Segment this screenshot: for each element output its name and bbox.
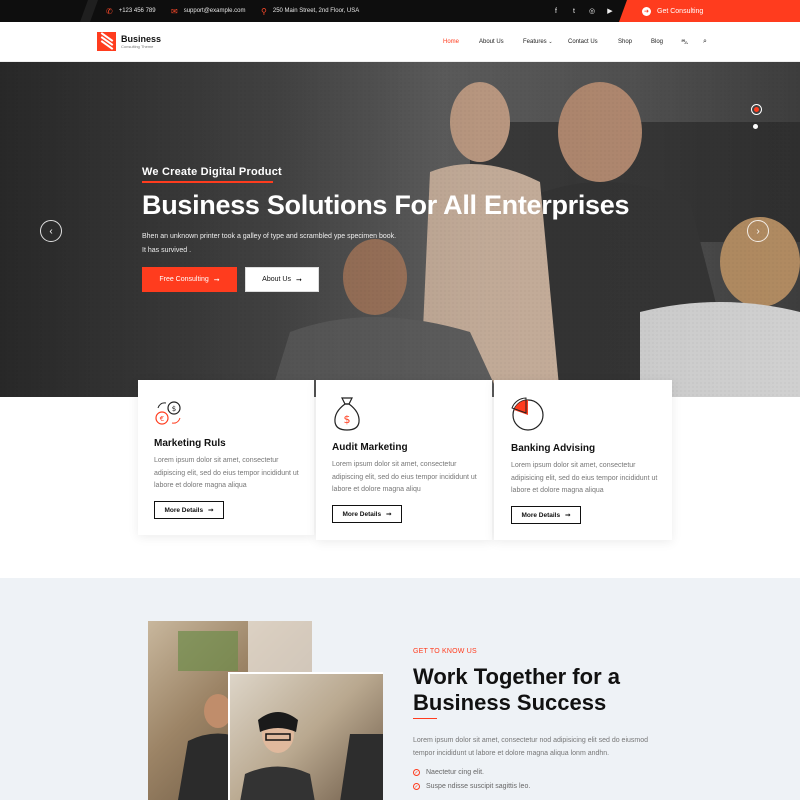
service-desc: Lorem ipsum dolor sit amet, consectetur … [332,461,477,493]
nav-blog[interactable]: Blog [651,39,663,45]
service-title: Marketing Ruls [154,438,226,449]
nav-features[interactable]: Features ⌄ [523,39,553,45]
about-title: Work Together for a Business Success [413,664,620,715]
nav-features-label: Features [523,39,547,45]
search-icon[interactable]: ⌕ [703,38,707,46]
meeting-photo [228,672,383,800]
instagram-icon[interactable]: ◎ [583,7,601,15]
slider-dot-active[interactable] [751,104,762,115]
nav-home[interactable]: Home [443,39,459,45]
hero-kicker: We Create Digital Product [142,166,282,178]
more-details-button[interactable]: More Details ➞ [511,506,581,524]
hero-title: Business Solutions For All Enterprises [142,190,630,220]
top-bar: ✆ +123 456 789 ✉ support@example.com ⚲ 2… [0,0,800,22]
check-list-item: ✓ Suspe ndisse suscipit sagittis leo. [413,783,530,790]
cart-icon[interactable]: ⛍ [681,38,688,47]
about-us-button[interactable]: About Us ➞ [245,267,319,292]
more-details-label: More Details [342,510,382,518]
pie-chart-icon [511,397,544,431]
logo-mark-icon [97,32,116,51]
free-consulting-label: Free Consulting [159,276,209,283]
youtube-icon[interactable]: ▶ [601,7,619,15]
about-text: Lorem ipsum dolor sit amet, consectetur … [413,737,649,757]
facebook-icon[interactable]: f [547,8,565,15]
check-text: Suspe ndisse suscipit sagittis leo. [426,783,531,790]
topbar-address-text: 250 Main Street, 2nd Floor, USA [272,8,360,14]
service-card: Banking Advising Lorem ipsum dolor sit a… [494,380,672,540]
phone-icon: ✆ [106,6,113,16]
more-details-label: More Details [521,511,561,519]
about-section [0,578,800,800]
free-consulting-button[interactable]: Free Consulting ➞ [142,267,237,292]
arrow-right-icon: ➞ [213,276,220,284]
service-title: Audit Marketing [332,442,408,453]
check-text: Naectetur cing elit. [426,769,484,776]
get-consulting-button[interactable]: ➜ Get Consulting [630,0,800,22]
topbar-email-text: support@example.com [183,8,246,14]
hero-text-line-2: It has survived . [142,247,192,254]
hero-text: Bhen an unknown printer took a galley of… [142,230,442,258]
chevron-down-icon: ⌄ [548,39,553,45]
money-exchange-icon: € $ [155,401,181,425]
service-desc: Lorem ipsum dolor sit amet, consectetur … [511,462,658,494]
check-circle-icon: ✓ [413,769,420,776]
slider-next-button[interactable]: › [747,220,769,242]
check-list-item: ✓ Naectetur cing elit. [413,769,484,776]
more-details-button[interactable]: More Details ➞ [154,501,224,519]
more-details-label: More Details [164,506,204,514]
service-card: $ Audit Marketing Lorem ipsum dolor sit … [316,380,492,540]
about-kicker: GET TO KNOW US [413,648,477,655]
service-title: Banking Advising [511,443,596,454]
topbar-address: ⚲ 250 Main Street, 2nd Floor, USA [261,0,359,22]
hero-kicker-underline [142,181,273,183]
nav-contact[interactable]: Contact Us [568,39,598,45]
arrow-right-icon: ➞ [565,512,571,519]
nav-shop[interactable]: Shop [618,39,632,45]
social-links: f t ◎ ▶ [547,0,619,22]
twitter-icon[interactable]: t [565,8,583,15]
topbar-phone[interactable]: ✆ +123 456 789 [106,0,156,22]
topbar-email[interactable]: ✉ support@example.com [171,0,246,22]
topbar-phone-text: +123 456 789 [118,8,156,14]
money-bag-icon: $ [334,397,360,431]
service-desc: Lorem ipsum dolor sit amet, consectetur … [154,457,299,489]
topbar-divider [79,0,99,22]
check-circle-icon: ✓ [413,783,420,790]
hero-slider: We Create Digital Product Business Solut… [0,62,800,397]
arrow-right-icon: ➞ [208,507,214,514]
svg-text:€: € [160,415,164,423]
logo-name: Business [121,33,162,44]
map-pin-icon: ⚲ [261,6,267,16]
logo-tagline: Consulting Theme [121,43,154,49]
chevron-left-icon: ‹ [49,225,53,237]
get-consulting-label: Get Consulting [657,7,704,15]
about-title-underline [413,718,437,719]
more-details-button[interactable]: More Details ➞ [332,505,402,523]
main-header: Business Consulting Theme Home About Us … [0,22,800,62]
svg-text:$: $ [344,413,351,426]
svg-text:$: $ [172,405,176,413]
arrow-circle-icon: ➜ [642,6,651,16]
logo[interactable]: Business Consulting Theme [97,32,161,51]
arrow-right-icon: ➞ [295,276,302,284]
slider-dot[interactable] [753,124,758,129]
service-card: € $ Marketing Ruls Lorem ipsum dolor sit… [138,380,314,535]
envelope-icon: ✉ [171,6,178,16]
nav-about[interactable]: About Us [479,39,504,45]
about-us-label: About Us [262,276,291,283]
hero-text-line-1: Bhen an unknown printer took a galley of… [142,233,397,240]
slider-prev-button[interactable]: ‹ [40,220,62,242]
chevron-right-icon: › [756,225,760,237]
arrow-right-icon: ➞ [386,511,392,518]
